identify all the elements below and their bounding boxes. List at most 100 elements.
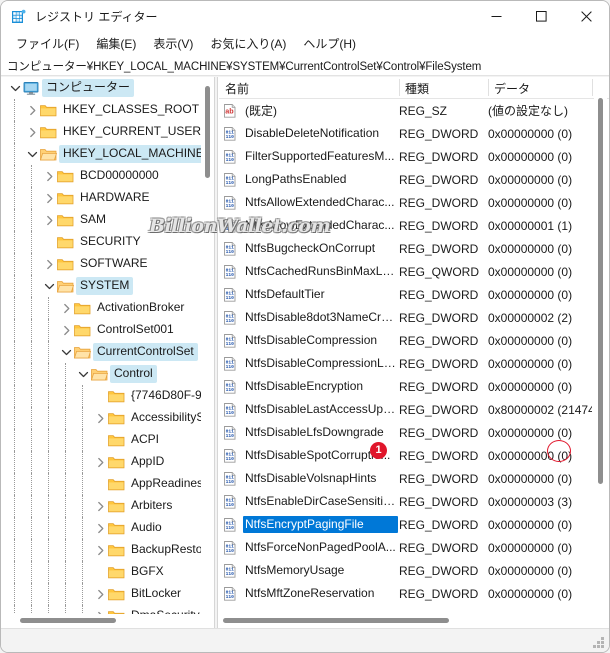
column-header-name[interactable]: 名前 [219,77,399,99]
chevron-right-icon[interactable] [92,410,108,426]
chevron-right-icon[interactable] [41,256,57,272]
chevron-right-icon[interactable] [58,300,74,316]
value-row[interactable]: ab (既定) REG_SZ (値の設定なし) [219,99,592,122]
tree-item-[interactable]: コンピューター [1,77,201,99]
chevron-right-icon[interactable] [41,212,57,228]
value-row[interactable]: 011 110 NtfsDisableCompression REG_DWORD 0x0… [219,329,592,352]
tree-guide-line [65,385,67,407]
chevron-right-icon[interactable] [41,168,57,184]
resize-grip-icon[interactable] [593,637,604,648]
value-row[interactable]: 011 110 NtfsDisableSpotCorruptio... REG_DWO… [219,444,592,467]
tree-item-acpi[interactable]: ACPI [1,429,201,451]
tree-item-system[interactable]: SYSTEM [1,275,201,297]
chevron-right-icon[interactable] [24,102,40,118]
tree-item-label: BitLocker [131,586,182,600]
value-row[interactable]: 011 110 LongPathsEnabled REG_DWORD 0x0000000… [219,168,592,191]
value-row[interactable]: 011 110 NtfsEncryptPagingFile REG_DWORD 0x00… [219,513,592,536]
tree-item-accessibilityse[interactable]: AccessibilitySe [1,407,201,429]
value-row[interactable]: 011110NtfsParallelFlushThresholdREG_DWOR… [219,605,592,606]
chevron-right-icon[interactable] [41,190,57,206]
tree-vertical-scrollbar[interactable] [201,77,214,614]
tree-item-audio[interactable]: Audio [1,517,201,539]
tree-item-security[interactable]: SECURITY [1,231,201,253]
tree-vscroll-thumb[interactable] [205,86,210,178]
chevron-right-icon[interactable] [58,322,74,338]
value-row[interactable]: 011 110 NtfsDisableLfsDowngrade REG_DWORD 0x… [219,421,592,444]
values-hscroll-thumb[interactable] [223,618,449,623]
menu-file[interactable]: ファイル(F) [8,34,88,54]
tree-item-bcd00000000[interactable]: BCD00000000 [1,165,201,187]
tree-item-appreadiness[interactable]: AppReadiness [1,473,201,495]
value-row[interactable]: 011 110 NtfsDefaultTier REG_DWORD 0x00000000… [219,283,592,306]
tree-item-appid[interactable]: AppID [1,451,201,473]
minimize-button[interactable] [474,1,519,32]
column-divider-3[interactable] [592,79,593,96]
menu-help[interactable]: ヘルプ(H) [295,34,365,54]
value-row[interactable]: 011 110 NtfsEnableDirCaseSensitivi... REG_D… [219,490,592,513]
chevron-down-icon[interactable] [24,146,40,162]
tree-guide-line [48,319,50,341]
menu-view[interactable]: 表示(V) [145,34,202,54]
chevron-right-icon[interactable] [92,586,108,602]
close-button[interactable] [564,1,609,32]
value-type: REG_DWORD [399,379,479,394]
tree-item-software[interactable]: SOFTWARE [1,253,201,275]
registry-tree[interactable]: コンピューター HKEY_CLASSES_ROOT HKEY_CURRENT_USE… [1,77,201,614]
chevron-down-icon[interactable] [75,366,91,382]
tree-hscroll-thumb[interactable] [20,618,116,623]
tree-item-currentcontrolset[interactable]: CurrentControlSet [1,341,201,363]
value-row[interactable]: 011 110 NtfsMemoryUsage REG_DWORD 0x00000000… [219,559,592,582]
menu-favorites[interactable]: お気に入り(A) [202,34,295,54]
maximize-button[interactable] [519,1,564,32]
tree-item-arbiters[interactable]: Arbiters [1,495,201,517]
chevron-down-icon[interactable] [41,278,57,294]
value-row[interactable]: 011 110 NtfsAllowExtendedCharac... REG_DWOR… [219,191,592,214]
values-horizontal-scrollbar[interactable] [219,614,594,627]
tree-guide-line [65,605,67,614]
chevron-down-icon[interactable] [7,80,23,96]
tree-guide-line [14,187,16,209]
value-row[interactable]: 011 110 NtfsAllowExtendedCharac... REG_DWOR… [219,214,592,237]
value-row[interactable]: 011 110 DisableDeleteNotification REG_DWORD… [219,122,592,145]
tree-item-bitlocker[interactable]: BitLocker [1,583,201,605]
column-header-data[interactable]: データ [488,77,592,99]
tree-item-activationbroker[interactable]: ActivationBroker [1,297,201,319]
tree-item-dmasecurity[interactable]: DmaSecurity [1,605,201,614]
tree-item-hardware[interactable]: HARDWARE [1,187,201,209]
value-row[interactable]: 011 110 NtfsDisableLastAccessUpd... REG_DWO… [219,398,592,421]
value-row[interactable]: 011 110 NtfsDisableVolsnapHints REG_DWORD 0x… [219,467,592,490]
tree-item-controlset001[interactable]: ControlSet001 [1,319,201,341]
value-name: NtfsBugcheckOnCorrupt [245,241,376,255]
chevron-right-icon[interactable] [92,498,108,514]
tree-item-hkey-current-user[interactable]: HKEY_CURRENT_USER [1,121,201,143]
value-type: REG_DWORD [399,425,479,440]
value-row[interactable]: 011 110 NtfsBugcheckOnCorrupt REG_DWORD 0x00… [219,237,592,260]
values-vscroll-thumb[interactable] [598,98,603,484]
column-header-type[interactable]: 種類 [399,77,488,99]
menu-edit[interactable]: 編集(E) [88,34,145,54]
tree-item-control[interactable]: Control [1,363,201,385]
value-row[interactable]: 011 110 NtfsDisableCompressionLi... REG_DWO… [219,352,592,375]
value-row[interactable]: 011 110 NtfsCachedRunsBinMaxLe... REG_QWORD… [219,260,592,283]
chevron-right-icon[interactable] [92,454,108,470]
tree-item-hkey-classes-root[interactable]: HKEY_CLASSES_ROOT [1,99,201,121]
chevron-right-icon[interactable] [92,520,108,536]
values-vertical-scrollbar[interactable] [594,96,607,606]
tree-item-hkey-local-machine[interactable]: HKEY_LOCAL_MACHINE [1,143,201,165]
pane-splitter[interactable] [214,77,218,628]
chevron-right-icon[interactable] [24,124,40,140]
tree-item-backuprestore[interactable]: BackupRestore [1,539,201,561]
value-row[interactable]: 011 110 NtfsMftZoneReservation REG_DWORD 0x0… [219,582,592,605]
address-bar[interactable]: コンピューター¥HKEY_LOCAL_MACHINE¥SYSTEM¥Curren… [1,56,609,76]
tree-item-sam[interactable]: SAM [1,209,201,231]
tree-item-7746d80f-97e0[interactable]: {7746D80F-97E0 [1,385,201,407]
chevron-down-icon[interactable] [58,344,74,360]
tree-horizontal-scrollbar[interactable] [1,614,214,627]
value-row[interactable]: 011 110 NtfsDisableEncryption REG_DWORD 0x00… [219,375,592,398]
tree-item-bgfx[interactable]: BGFX [1,561,201,583]
value-row[interactable]: 011 110 NtfsForceNonPagedPoolA... REG_DWORD… [219,536,592,559]
values-list[interactable]: ab (既定) REG_SZ (値の設定なし) 011 110 DisableDeleteN… [219,99,592,606]
value-row[interactable]: 011 110 NtfsDisable8dot3NameCre... REG_DWOR… [219,306,592,329]
chevron-right-icon[interactable] [92,542,108,558]
value-row[interactable]: 011 110 FilterSupportedFeaturesM... REG_DWO… [219,145,592,168]
